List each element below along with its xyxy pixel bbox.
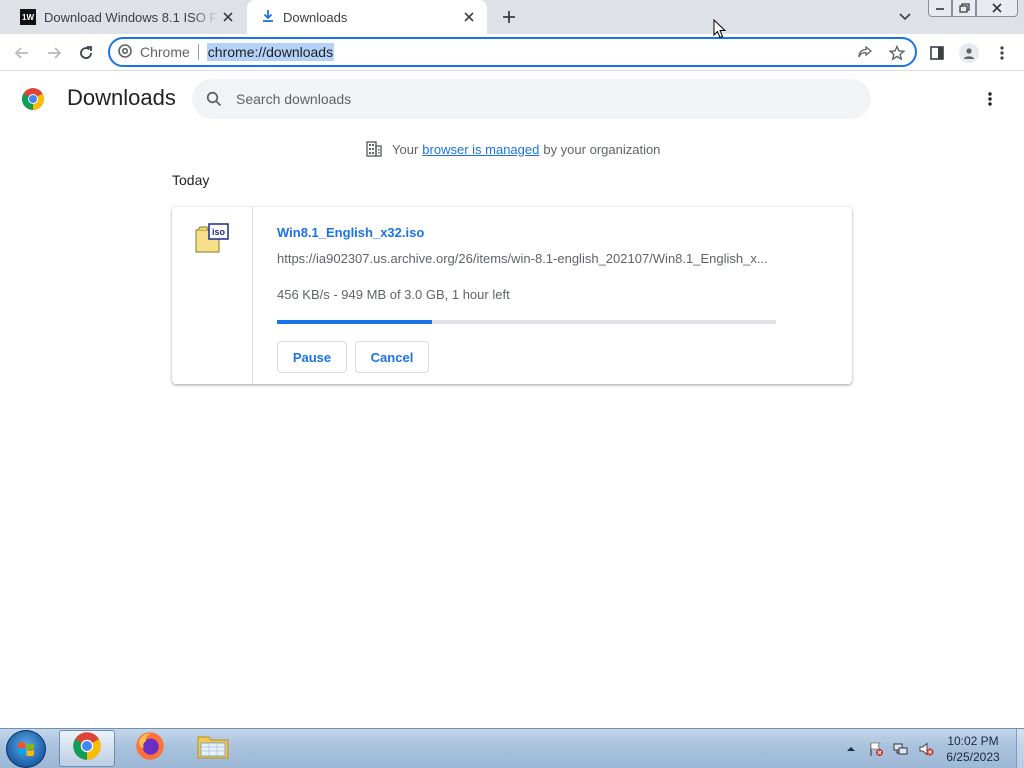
tab-strip: 1W Download Windows 8.1 ISO Files Downlo…	[0, 0, 1024, 34]
cancel-button[interactable]: Cancel	[355, 341, 429, 373]
page-title: Downloads	[67, 85, 176, 110]
download-icon	[261, 9, 275, 26]
chrome-icon	[72, 731, 102, 766]
search-icon	[204, 89, 224, 109]
divider	[197, 44, 199, 60]
managed-notice: Your browser is managed by your organiza…	[365, 139, 660, 159]
site-info[interactable]: Chrome	[110, 43, 190, 61]
clock-time: 10:02 PM	[947, 734, 999, 748]
file-name-link[interactable]: Win8.1_English_x32.iso	[277, 225, 424, 240]
managed-link[interactable]: browser is managed	[422, 142, 539, 157]
pause-button[interactable]: Pause	[277, 341, 347, 373]
minimize-button[interactable]	[928, 0, 952, 17]
progress-fill	[277, 320, 432, 324]
window-close-button[interactable]	[976, 0, 1018, 17]
chevron-down-icon[interactable]	[894, 6, 916, 28]
start-button[interactable]	[6, 730, 46, 768]
close-icon[interactable]	[459, 7, 479, 27]
folder-icon	[196, 732, 230, 765]
firefox-icon	[135, 731, 165, 766]
building-icon	[365, 140, 383, 158]
profile-button[interactable]	[956, 40, 982, 66]
tab-title: Downloads	[283, 9, 348, 25]
chrome-icon	[118, 43, 132, 61]
chrome-logo-icon	[21, 87, 45, 111]
reload-button[interactable]	[73, 40, 99, 66]
more-actions-icon[interactable]	[978, 87, 1002, 111]
network-icon[interactable]	[892, 740, 910, 758]
avatar	[959, 43, 979, 63]
file-icon-column: iso	[172, 207, 253, 384]
bookmark-star-icon[interactable]	[885, 41, 909, 65]
restore-button[interactable]	[952, 0, 976, 17]
search-input[interactable]	[236, 91, 836, 107]
mouse-cursor-icon	[713, 18, 727, 39]
side-panel-icon[interactable]	[924, 40, 950, 66]
tab-download-windows[interactable]: 1W Download Windows 8.1 ISO Files	[8, 0, 246, 34]
tab-title: Download Windows 8.1 ISO Files	[44, 9, 218, 25]
search-downloads[interactable]	[192, 79, 871, 119]
action-center-flag-icon[interactable]	[867, 740, 885, 758]
address-bar[interactable]: Chrome chrome://downloads	[108, 37, 917, 67]
managed-prefix: Your	[392, 141, 419, 157]
source-url[interactable]: https://ia902307.us.archive.org/26/items…	[277, 251, 777, 266]
progress-bar	[277, 320, 776, 324]
close-icon[interactable]	[218, 7, 238, 27]
site-favicon: 1W	[20, 9, 36, 25]
downloads-header: Downloads	[0, 71, 1024, 127]
iso-file-icon: iso	[195, 223, 229, 253]
system-tray	[842, 729, 942, 768]
taskbar-firefox[interactable]	[122, 730, 178, 767]
share-icon[interactable]	[853, 41, 877, 65]
managed-suffix: by your organization	[543, 141, 661, 157]
site-label: Chrome	[140, 44, 190, 60]
menu-kebab-icon[interactable]	[989, 40, 1015, 66]
system-clock[interactable]: 10:02 PM 6/25/2023	[932, 733, 1014, 765]
omnibox-actions	[845, 41, 909, 65]
tab-downloads[interactable]: Downloads	[247, 0, 487, 34]
url-text[interactable]: chrome://downloads	[206, 43, 335, 61]
forward-button[interactable]	[41, 40, 67, 66]
iso-icon-label: iso	[212, 227, 226, 237]
clock-date: 6/25/2023	[946, 750, 1000, 764]
back-button[interactable]	[9, 40, 35, 66]
taskbar-file-explorer[interactable]	[185, 730, 241, 767]
taskbar-chrome[interactable]	[59, 730, 115, 767]
download-item: iso Win8.1_English_x32.iso https://ia902…	[172, 207, 852, 384]
date-section-heading: Today	[172, 172, 210, 188]
show-hidden-icons-icon[interactable]	[842, 740, 860, 758]
windows-taskbar: 10:02 PM 6/25/2023	[0, 728, 1024, 768]
browser-toolbar: Chrome chrome://downloads	[0, 34, 1024, 71]
show-desktop-button[interactable]	[1016, 729, 1024, 768]
new-tab-button[interactable]	[497, 5, 521, 29]
download-status: 456 KB/s - 949 MB of 3.0 GB, 1 hour left	[277, 287, 510, 302]
